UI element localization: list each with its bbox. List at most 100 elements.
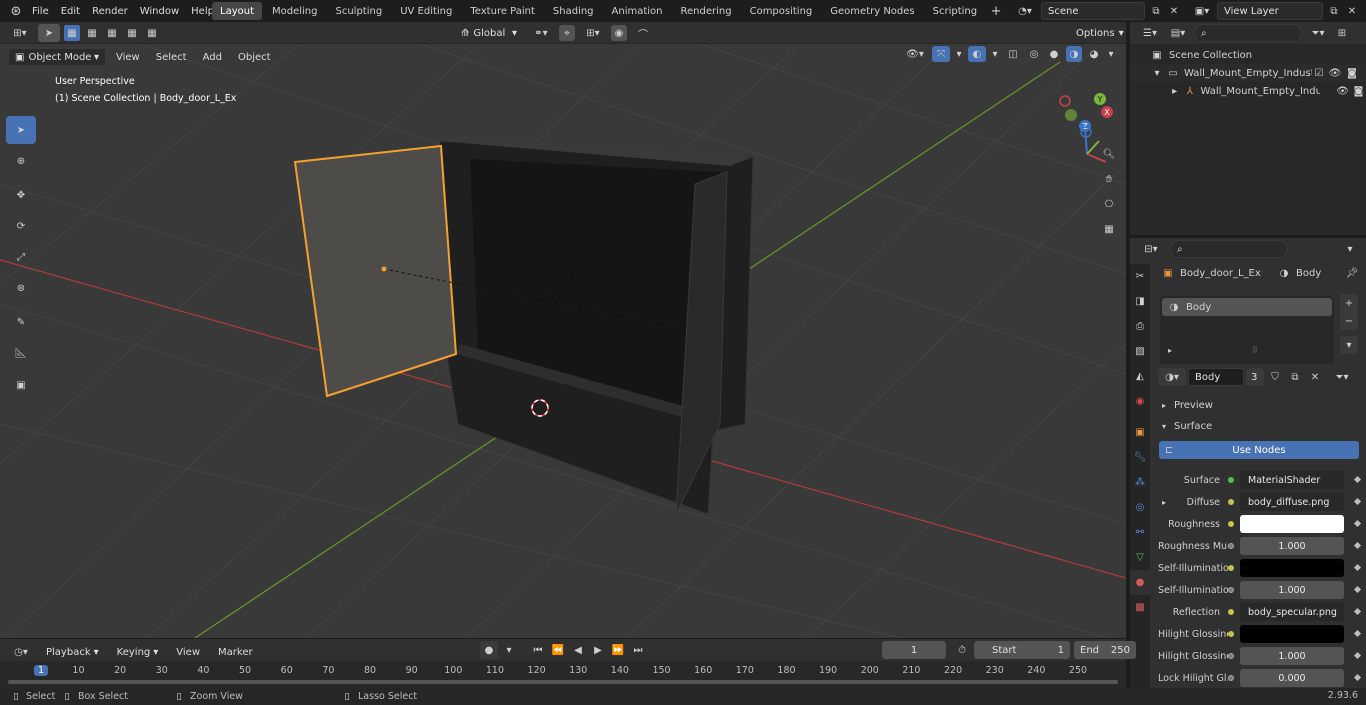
select-extend-icon[interactable]: ▦ <box>84 28 100 39</box>
keyframe-icon[interactable] <box>1353 563 1362 572</box>
property-value-field[interactable]: MaterialShader <box>1240 471 1344 489</box>
timeline-marker-menu[interactable]: Marker <box>212 641 259 663</box>
zoom-icon[interactable]: 🔍︎ <box>1098 142 1120 167</box>
transform-orientation-dropdown[interactable]: ⟰ Global ▾ <box>455 24 523 42</box>
property-value-field[interactable]: 1.000 <box>1240 581 1344 599</box>
tab-geometry-nodes[interactable]: Geometry Nodes <box>822 2 922 20</box>
snap-target-icon[interactable]: ⊞▾ <box>581 28 605 39</box>
play-reverse-icon[interactable]: ◀ <box>570 645 586 656</box>
color-swatch[interactable] <box>1240 515 1344 533</box>
property-value-field[interactable]: body_specular.png <box>1240 603 1344 621</box>
properties-options-icon[interactable]: ▾ <box>1340 244 1360 255</box>
editor-type-icon[interactable]: ⊞▾ <box>6 28 34 39</box>
outliner-row-scene-collection[interactable]: ▣ Scene Collection <box>1130 46 1366 64</box>
socket-icon[interactable] <box>1228 631 1234 637</box>
new-view-layer-icon[interactable]: ⧉ <box>1326 6 1342 17</box>
constraints-tab-icon[interactable]: ⚯ <box>1130 520 1150 545</box>
camera-icon[interactable]: ⎔ <box>1098 192 1120 217</box>
modifier-tab-icon[interactable]: 🔧︎ <box>1130 445 1150 470</box>
view-layer-icon[interactable]: ▣▾ <box>1190 6 1214 17</box>
data-tab-icon[interactable]: ▽ <box>1130 545 1150 570</box>
tab-texture-paint[interactable]: Texture Paint <box>462 2 543 20</box>
expand-down-icon[interactable]: ▾ <box>1152 68 1162 79</box>
viewport-menu-add[interactable]: Add <box>197 46 228 68</box>
list-expand-icon[interactable]: ▸ <box>1168 346 1172 355</box>
jump-start-icon[interactable]: ⏮ <box>530 645 546 656</box>
socket-icon[interactable] <box>1228 565 1234 571</box>
tab-compositing[interactable]: Compositing <box>742 2 821 20</box>
current-frame-field[interactable]: 1 <box>882 641 946 659</box>
object-tab-icon[interactable]: ▣ <box>1130 420 1150 445</box>
properties-editor-icon[interactable]: ⊟▾ <box>1138 244 1164 255</box>
outliner-row-object[interactable]: ▸ ⅄ Wall_Mount_Empty_Indus 👁︎ ◙ <box>1130 82 1366 100</box>
shading-material-icon[interactable]: ◑ <box>1066 46 1082 62</box>
property-value-field[interactable]: body_diffuse.png <box>1240 493 1344 511</box>
tab-layout[interactable]: Layout <box>212 2 262 20</box>
eye-icon[interactable]: 👁︎ <box>1334 86 1351 97</box>
record-icon[interactable]: ● <box>480 641 498 659</box>
falloff-icon[interactable]: ⌒ <box>633 26 653 41</box>
new-scene-icon[interactable]: ⧉ <box>1148 6 1164 17</box>
jump-next-key-icon[interactable]: ⏩ <box>610 645 626 656</box>
shading-rendered-icon[interactable]: ◕ <box>1086 49 1102 60</box>
render-tab-icon[interactable]: ◨ <box>1130 289 1150 314</box>
tab-uv-editing[interactable]: UV Editing <box>392 2 460 20</box>
timeline-scrollbar[interactable] <box>8 680 1118 684</box>
timeline-area[interactable]: 1 10 20 30 40 50 60 70 80 90 100 110 120 130 140 150 160… <box>0 661 1126 688</box>
snap-toggle-icon[interactable]: ⌖ <box>559 25 575 41</box>
select-tool-icon[interactable]: ➤ <box>38 24 60 42</box>
socket-icon[interactable] <box>1228 675 1234 681</box>
keyframe-icon[interactable] <box>1353 497 1362 506</box>
outliner-search-input[interactable]: ⌕ <box>1194 24 1302 42</box>
keyframe-icon[interactable] <box>1353 673 1362 682</box>
add-cube-tool[interactable]: ▣ <box>6 371 36 399</box>
timeline-view-menu[interactable]: View <box>170 641 206 663</box>
remove-slot-icon[interactable]: − <box>1340 312 1358 330</box>
socket-icon[interactable] <box>1228 653 1234 659</box>
surface-section-header[interactable]: ▾ Surface <box>1158 417 1362 435</box>
property-value-field[interactable]: 1.000 <box>1240 647 1344 665</box>
socket-icon[interactable] <box>1228 477 1234 483</box>
socket-icon[interactable] <box>1228 521 1234 527</box>
world-tab-icon[interactable]: ◉ <box>1130 389 1150 414</box>
timeline-editor-icon[interactable]: ◷▾ <box>8 647 34 658</box>
tab-modeling[interactable]: Modeling <box>264 2 326 20</box>
keyframe-icon[interactable] <box>1353 541 1362 550</box>
xray-icon[interactable]: ◫ <box>1004 49 1022 60</box>
camera-render-icon[interactable]: ◙ <box>1344 68 1360 79</box>
properties-search-input[interactable]: ⌕ <box>1170 240 1288 258</box>
mode-dropdown[interactable]: ▣ Object Mode ▾ <box>8 48 106 66</box>
socket-icon[interactable] <box>1228 609 1234 615</box>
transform-tool[interactable]: ⊛ <box>6 274 36 302</box>
grid-perspective-icon[interactable]: ▦ <box>1098 217 1120 242</box>
socket-icon[interactable] <box>1228 543 1234 549</box>
menu-file[interactable]: File <box>26 0 55 22</box>
tool-tab-icon[interactable]: ✂ <box>1130 264 1150 289</box>
color-swatch[interactable] <box>1240 625 1344 643</box>
scene-tab-icon[interactable]: ◭ <box>1130 364 1150 389</box>
use-nodes-button[interactable]: ⊏ Use Nodes <box>1159 441 1359 459</box>
outliner-row-collection[interactable]: ▾ ▭ Wall_Mount_Empty_Industrial ☑ 👁︎ ◙ <box>1130 64 1366 82</box>
3d-viewport[interactable]: Z X Y ➤ ⊕ ✥ ⟳ ⤢ ⊛ ✎ 📐︎ ▣ User Perspectiv… <box>0 44 1126 638</box>
keyframe-icon[interactable] <box>1353 519 1362 528</box>
socket-icon[interactable] <box>1228 499 1234 505</box>
jump-end-icon[interactable]: ⏭ <box>630 645 646 656</box>
material-slot-item[interactable]: ◑ Body <box>1162 298 1332 316</box>
end-frame-field[interactable]: End 250 <box>1074 641 1136 659</box>
stopwatch-icon[interactable]: ⏱ <box>954 645 970 656</box>
viewport-menu-view[interactable]: View <box>110 46 146 68</box>
material-users-count[interactable]: 3 <box>1246 368 1264 386</box>
gizmo-toggle-icon[interactable]: ⤧ <box>932 46 950 62</box>
proportional-edit-icon[interactable]: ◉ <box>611 25 627 41</box>
keyframe-icon[interactable] <box>1353 607 1362 616</box>
add-slot-icon[interactable]: + <box>1340 294 1358 312</box>
unlink-material-icon[interactable]: ✕ <box>1306 372 1324 383</box>
scale-tool[interactable]: ⤢ <box>6 243 36 271</box>
scene-name-field[interactable]: Scene <box>1041 2 1145 20</box>
play-icon[interactable]: ▶ <box>590 645 606 656</box>
viewport-menu-object[interactable]: Object <box>232 46 277 68</box>
keying-menu[interactable]: Keying ▾ <box>110 643 165 661</box>
tab-shading[interactable]: Shading <box>545 2 602 20</box>
measure-tool[interactable]: 📐︎ <box>6 339 36 367</box>
texture-tab-icon[interactable]: ▩ <box>1130 595 1150 620</box>
